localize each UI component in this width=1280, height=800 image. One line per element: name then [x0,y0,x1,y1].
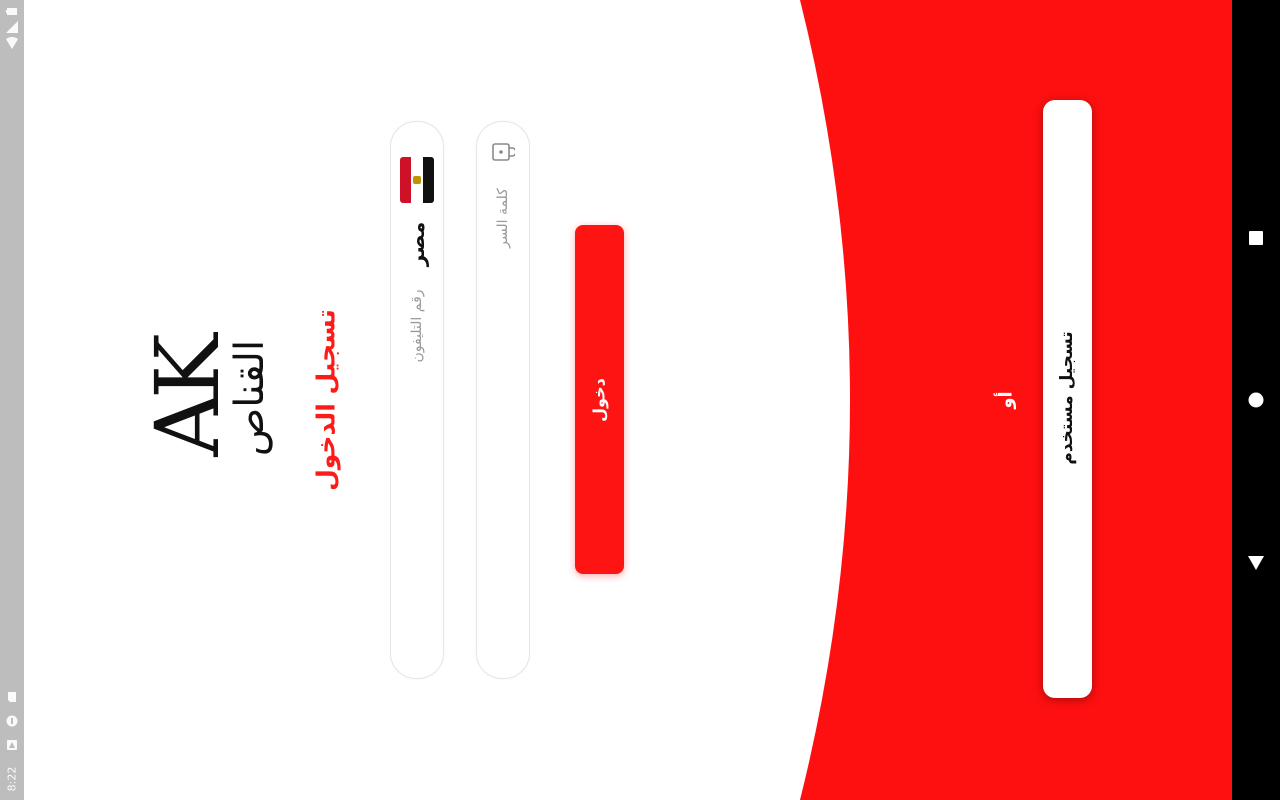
sd-card-icon [5,690,19,704]
navigation-bar [1232,0,1280,800]
sync-icon [5,714,19,728]
login-button-label: دخول [589,378,609,422]
status-bar: 8:22 [0,0,24,800]
battery-icon [5,4,19,18]
or-separator: أو [995,391,1017,409]
recents-icon[interactable] [1246,228,1266,248]
password-field[interactable]: كلمة السر [476,121,530,679]
register-button[interactable]: تسجيل مستخدم [1043,100,1092,698]
logo-name: القناص [227,339,273,457]
wifi-icon [5,36,19,50]
signal-icon [5,20,19,34]
status-time: 8:22 [5,766,19,792]
home-icon[interactable] [1246,390,1266,410]
egypt-flag-icon[interactable] [400,157,434,203]
logo-mark: AK [136,339,239,457]
phone-field[interactable]: مصر رقم التليفون [390,121,444,679]
country-name[interactable]: مصر [405,222,429,267]
register-button-label: تسجيل مستخدم [1057,331,1077,465]
phone-input[interactable]: رقم التليفون [409,289,425,362]
password-input[interactable]: كلمة السر [495,188,511,248]
page-title: تسجيل الدخول [311,309,341,491]
notification-icon [5,738,19,752]
back-icon[interactable] [1246,553,1266,573]
login-button[interactable]: دخول [575,225,624,574]
lock-icon [491,142,517,162]
